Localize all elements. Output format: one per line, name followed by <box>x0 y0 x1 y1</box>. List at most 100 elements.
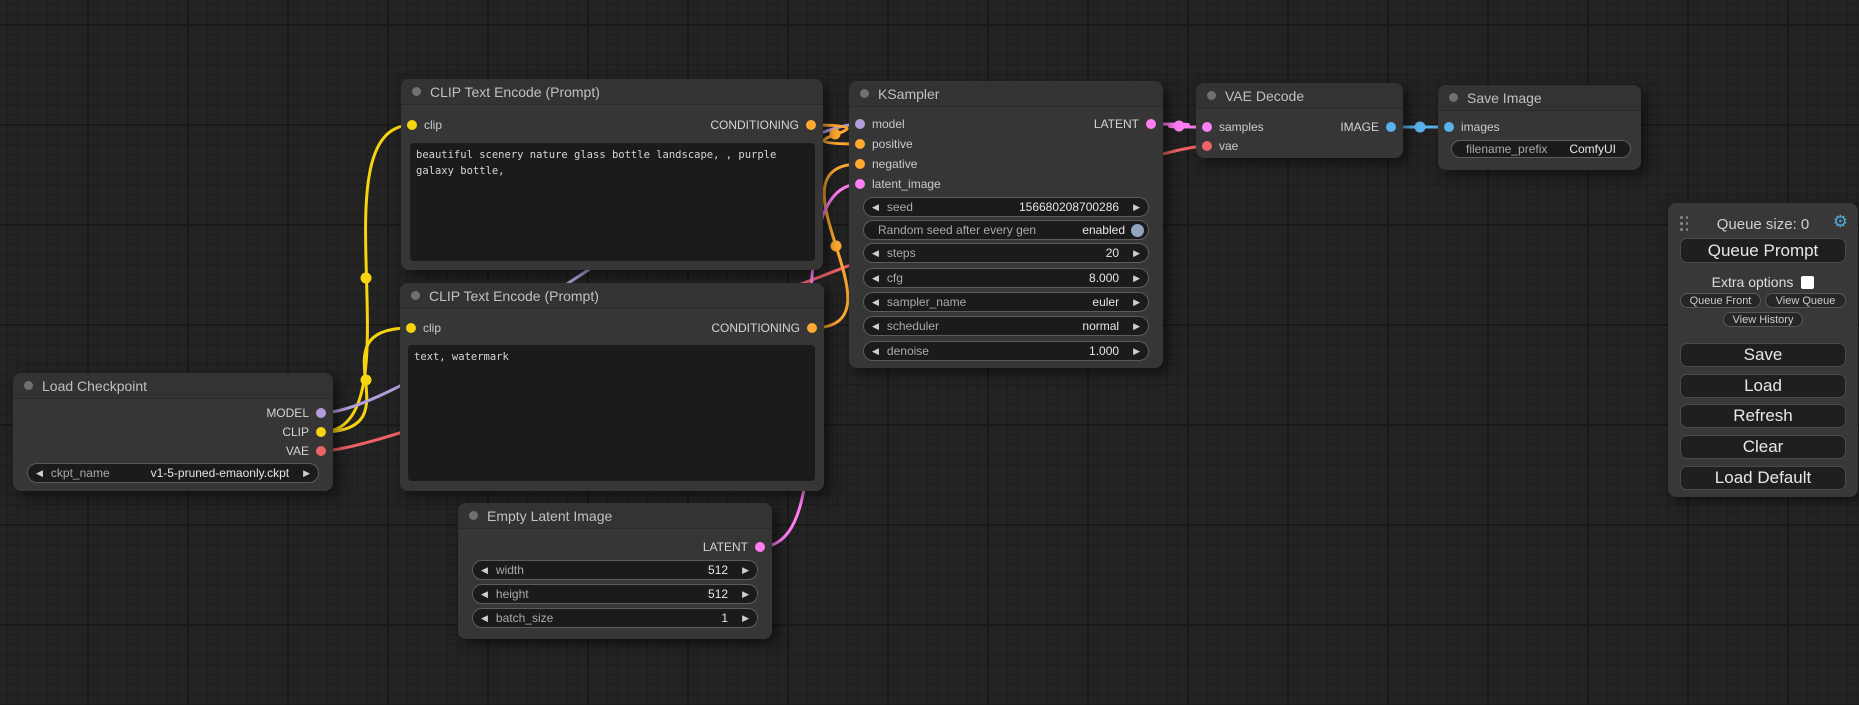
node-title-bar[interactable]: Save Image <box>1438 85 1641 111</box>
node-title: Empty Latent Image <box>487 508 612 524</box>
decrement-arrow-icon[interactable]: ◀ <box>864 198 887 216</box>
node-ksampler[interactable]: KSampler model positive negative latent_… <box>849 81 1163 368</box>
decrement-arrow-icon[interactable]: ◀ <box>28 464 51 482</box>
link-midpoint-dot <box>1415 122 1426 133</box>
vae-port-dot[interactable] <box>1202 141 1212 151</box>
conditioning-port-dot[interactable] <box>855 139 865 149</box>
node-empty-latent-image[interactable]: Empty Latent Image LATENT ◀ width 512 ▶ … <box>458 503 772 639</box>
increment-arrow-icon[interactable]: ▶ <box>1125 293 1148 311</box>
positive-prompt-textarea[interactable]: beautiful scenery nature glass bottle la… <box>410 143 815 261</box>
decrement-arrow-icon[interactable]: ◀ <box>473 561 496 579</box>
image-port-dot[interactable] <box>1386 122 1396 132</box>
decrement-arrow-icon[interactable]: ◀ <box>864 293 887 311</box>
collapse-dot-icon[interactable] <box>860 89 869 98</box>
settings-gear-icon[interactable]: ⚙ <box>1833 212 1848 232</box>
clip-port-dot[interactable] <box>407 120 417 130</box>
node-title-bar[interactable]: CLIP Text Encode (Prompt) <box>400 283 824 309</box>
view-history-button[interactable]: View History <box>1723 312 1803 327</box>
cfg-widget[interactable]: ◀ cfg 8.000 ▶ <box>863 268 1149 288</box>
increment-arrow-icon[interactable]: ▶ <box>734 585 757 603</box>
latent-port-dot[interactable] <box>1202 122 1212 132</box>
increment-arrow-icon[interactable]: ▶ <box>1125 198 1148 216</box>
decrement-arrow-icon[interactable]: ◀ <box>473 585 496 603</box>
decrement-arrow-icon[interactable]: ◀ <box>473 609 496 627</box>
steps-widget[interactable]: ◀ steps 20 ▶ <box>863 243 1149 263</box>
increment-arrow-icon[interactable]: ▶ <box>1125 269 1148 287</box>
node-title-bar[interactable]: Empty Latent Image <box>458 503 772 529</box>
decrement-arrow-icon[interactable]: ◀ <box>864 244 887 262</box>
node-title-bar[interactable]: CLIP Text Encode (Prompt) <box>401 79 823 105</box>
increment-arrow-icon[interactable]: ▶ <box>1125 244 1148 262</box>
queue-prompt-button[interactable]: Queue Prompt <box>1680 238 1846 263</box>
latent-port-dot[interactable] <box>855 179 865 189</box>
load-button[interactable]: Load <box>1680 374 1846 398</box>
conditioning-port-dot[interactable] <box>855 159 865 169</box>
model-port-dot[interactable] <box>855 119 865 129</box>
vae-port-dot[interactable] <box>316 446 326 456</box>
scheduler-widget[interactable]: ◀ scheduler normal ▶ <box>863 316 1149 336</box>
toggle-enabled-indicator[interactable] <box>1131 224 1144 237</box>
node-title-bar[interactable]: VAE Decode <box>1196 83 1403 109</box>
latent-port-dot[interactable] <box>755 542 765 552</box>
width-widget[interactable]: ◀ width 512 ▶ <box>472 560 758 580</box>
negative-prompt-textarea[interactable]: text, watermark <box>408 345 815 481</box>
sampler-name-widget[interactable]: ◀ sampler_name euler ▶ <box>863 292 1149 312</box>
queue-menu-panel[interactable]: Queue size: 0 ⚙ Queue Prompt Extra optio… <box>1668 203 1858 497</box>
input-port-positive: positive <box>855 134 913 154</box>
height-widget[interactable]: ◀ height 512 ▶ <box>472 584 758 604</box>
save-button[interactable]: Save <box>1680 343 1846 367</box>
link-midpoint-dot <box>1174 121 1185 132</box>
clip-port-dot[interactable] <box>316 427 326 437</box>
queue-size-label: Queue size: 0 <box>1668 216 1858 233</box>
model-port-dot[interactable] <box>316 408 326 418</box>
input-port-images: images <box>1444 117 1500 137</box>
collapse-dot-icon[interactable] <box>1449 93 1458 102</box>
clip-port-dot[interactable] <box>406 323 416 333</box>
collapse-dot-icon[interactable] <box>411 291 420 300</box>
collapse-dot-icon[interactable] <box>469 511 478 520</box>
denoise-widget[interactable]: ◀ denoise 1.000 ▶ <box>863 341 1149 361</box>
seed-widget[interactable]: ◀ seed 156680208700286 ▶ <box>863 197 1149 217</box>
batch-size-widget[interactable]: ◀ batch_size 1 ▶ <box>472 608 758 628</box>
decrement-arrow-icon[interactable]: ◀ <box>864 269 887 287</box>
random-seed-toggle-widget[interactable]: Random seed after every gen enabled <box>863 220 1149 240</box>
filename-prefix-widget[interactable]: filename_prefix ComfyUI <box>1451 140 1631 158</box>
link-midpoint-dot <box>830 129 841 140</box>
load-default-button[interactable]: Load Default <box>1680 466 1846 490</box>
refresh-button[interactable]: Refresh <box>1680 404 1846 428</box>
node-clip-text-encode-positive[interactable]: CLIP Text Encode (Prompt) clip CONDITION… <box>401 79 823 270</box>
node-title-bar[interactable]: KSampler <box>849 81 1163 107</box>
increment-arrow-icon[interactable]: ▶ <box>734 561 757 579</box>
node-title-bar[interactable]: Load Checkpoint <box>13 373 333 399</box>
queue-front-button[interactable]: Queue Front <box>1680 293 1761 308</box>
input-port-clip: clip <box>407 115 442 135</box>
collapse-dot-icon[interactable] <box>24 381 33 390</box>
node-title: CLIP Text Encode (Prompt) <box>429 288 599 304</box>
node-title: Save Image <box>1467 90 1542 106</box>
increment-arrow-icon[interactable]: ▶ <box>295 464 318 482</box>
node-load-checkpoint[interactable]: Load Checkpoint MODEL CLIP VAE ◀ ckpt_na… <box>13 373 333 491</box>
decrement-arrow-icon[interactable]: ◀ <box>864 342 887 360</box>
collapse-dot-icon[interactable] <box>1207 91 1216 100</box>
image-port-dot[interactable] <box>1444 122 1454 132</box>
extra-options-checkbox[interactable] <box>1801 276 1814 289</box>
latent-port-dot[interactable] <box>1146 119 1156 129</box>
node-save-image[interactable]: Save Image images filename_prefix ComfyU… <box>1438 85 1641 170</box>
increment-arrow-icon[interactable]: ▶ <box>734 609 757 627</box>
increment-arrow-icon[interactable]: ▶ <box>1125 342 1148 360</box>
graph-canvas[interactable]: { "colors": { "model": "#b39ddb", "clip"… <box>0 0 1859 705</box>
output-port-vae: VAE <box>286 441 326 461</box>
conditioning-port-dot[interactable] <box>807 323 817 333</box>
conditioning-port-dot[interactable] <box>806 120 816 130</box>
output-port-conditioning: CONDITIONING <box>711 318 817 338</box>
collapse-dot-icon[interactable] <box>412 87 421 96</box>
view-queue-button[interactable]: View Queue <box>1765 293 1846 308</box>
input-port-clip: clip <box>406 318 441 338</box>
ckpt-name-widget[interactable]: ◀ ckpt_name v1-5-pruned-emaonly.ckpt ▶ <box>27 463 319 483</box>
node-clip-text-encode-negative[interactable]: CLIP Text Encode (Prompt) clip CONDITION… <box>400 283 824 491</box>
increment-arrow-icon[interactable]: ▶ <box>1125 317 1148 335</box>
node-vae-decode[interactable]: VAE Decode samples vae IMAGE <box>1196 83 1403 158</box>
decrement-arrow-icon[interactable]: ◀ <box>864 317 887 335</box>
clear-button[interactable]: Clear <box>1680 435 1846 459</box>
input-port-negative: negative <box>855 154 917 174</box>
